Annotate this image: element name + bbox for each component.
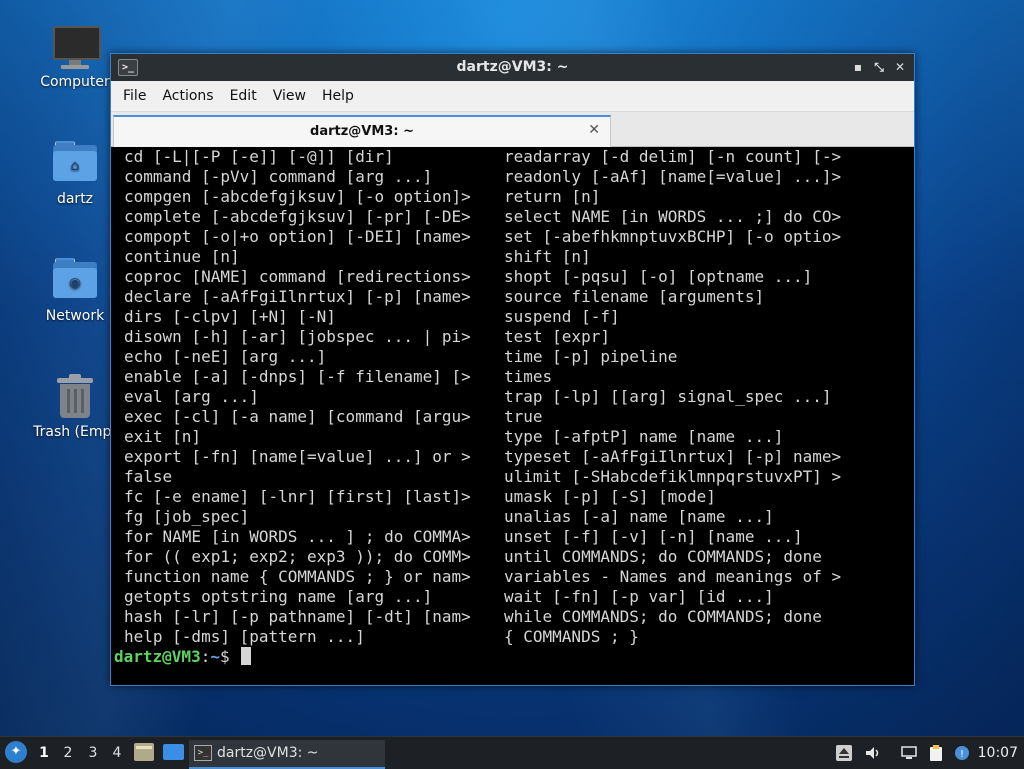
help-line: command [-pVv] command [arg ...]: [124, 167, 433, 186]
help-line: complete [-abcdefgjksuv] [-pr] [-DE>: [124, 207, 471, 226]
help-line: set [-abefhkmnptuvxBCHP] [-o optio>: [504, 227, 842, 246]
show-desktop-icon[interactable]: [163, 744, 184, 760]
help-line: fc [-e ename] [-lnr] [first] [last]>: [124, 487, 471, 506]
help-line: enable [-a] [-dnps] [-f filename] [>: [124, 367, 471, 386]
volume-icon[interactable]: [864, 744, 882, 762]
clock[interactable]: 10:07: [978, 745, 1018, 761]
tab-title: dartz@VM3: ~: [310, 124, 414, 139]
help-line: help [-dms] [pattern ...]: [124, 627, 365, 646]
terminal-output[interactable]: cd [-L|[-P [-e]] [-@]] [dir] command [-pV…: [111, 147, 914, 685]
help-line: compopt [-o|+o option] [-DEI] [name>: [124, 227, 471, 246]
help-line: suspend [-f]: [504, 307, 620, 326]
help-line: function name { COMMANDS ; } or nam>: [124, 567, 471, 586]
close-button[interactable]: ✕: [891, 58, 909, 76]
prompt-user-host: dartz@VM3: [114, 647, 201, 666]
help-line: shift [n]: [504, 247, 591, 266]
help-list-left: cd [-L|[-P [-e]] [-@]] [dir] command [-pV…: [124, 147, 494, 647]
workspace-3[interactable]: 3: [86, 745, 100, 761]
workspace-1[interactable]: 1: [30, 736, 58, 768]
terminal-cursor: [241, 647, 252, 665]
help-line: while COMMANDS; do COMMANDS; done: [504, 607, 822, 626]
help-line: ulimit [-SHabcdefiklmnpqrstuvxPT] >: [504, 467, 842, 486]
help-line: for (( exp1; exp2; exp3 )); do COMM>: [124, 547, 471, 566]
network-icon[interactable]: [900, 744, 918, 762]
maximize-button[interactable]: ⤡: [870, 58, 888, 76]
help-line: exec [-cl] [-a name] [command [argu>: [124, 407, 471, 426]
help-line: true: [504, 407, 543, 426]
help-line: eval [arg ...]: [124, 387, 259, 406]
help-line: umask [-p] [-S] [mode]: [504, 487, 716, 506]
help-line: continue [n]: [124, 247, 240, 266]
minimize-button[interactable]: ▪: [849, 58, 867, 76]
taskbar-task-terminal[interactable]: >_ dartz@VM3: ~: [189, 740, 385, 769]
help-line: return [n]: [504, 187, 601, 206]
help-line: declare [-aAfFgiIlnrtux] [-p] [name>: [124, 287, 471, 306]
menu-edit[interactable]: Edit: [222, 88, 265, 104]
network-folder-icon: ◉: [51, 256, 99, 304]
help-line: unset [-f] [-v] [-n] [name ...]: [504, 527, 803, 546]
help-line: times: [504, 367, 553, 386]
help-line: source filename [arguments]: [504, 287, 765, 306]
help-line: getopts optstring name [arg ...]: [124, 587, 433, 606]
help-line: { COMMANDS ; }: [504, 627, 639, 646]
help-line: for NAME [in WORDS ... ] ; do COMMA>: [124, 527, 471, 546]
help-line: trap [-lp] [[arg] signal_spec ...]: [504, 387, 832, 406]
shell-prompt: dartz@VM3:~$: [114, 647, 252, 667]
help-line: compgen [-abcdefgjksuv] [-o option]>: [124, 187, 471, 206]
help-line: export [-fn] [name[=value] ...] or >: [124, 447, 471, 466]
menu-view[interactable]: View: [265, 88, 314, 104]
eject-icon[interactable]: [835, 744, 853, 762]
computer-icon: [51, 22, 101, 70]
help-line: fg [job_spec]: [124, 507, 250, 526]
start-menu-icon[interactable]: ✦: [5, 741, 27, 763]
help-line: typeset [-aAfFgiIlnrtux] [-p] name>: [504, 447, 842, 466]
help-line: readonly [-aAf] [name[=value] ...]>: [504, 167, 842, 186]
menu-bar: File Actions Edit View Help: [111, 81, 914, 112]
help-line: disown [-h] [-ar] [jobspec ... | pi>: [124, 327, 471, 346]
help-line: echo [-neE] [arg ...]: [124, 347, 327, 366]
workspace-2[interactable]: 2: [61, 745, 75, 761]
tab-terminal[interactable]: dartz@VM3: ~ ✕: [113, 115, 611, 147]
tab-close-icon[interactable]: ✕: [588, 122, 600, 138]
help-line: cd [-L|[-P [-e]] [-@]] [dir]: [124, 147, 394, 166]
home-folder-icon: ⌂: [51, 139, 99, 187]
trash-icon: [51, 372, 99, 420]
prompt-symbol: $: [219, 647, 240, 666]
help-line: shopt [-pqsu] [-o] [optname ...]: [504, 267, 813, 286]
help-line: coproc [NAME] command [redirections>: [124, 267, 471, 286]
help-line: false: [124, 467, 173, 486]
help-line: until COMMANDS; do COMMANDS; done: [504, 547, 822, 566]
help-line: test [expr]: [504, 327, 610, 346]
update-notifier-icon[interactable]: !: [953, 744, 971, 762]
terminal-window: >_ dartz@VM3: ~ ▪ ⤡ ✕ File Actions Edit …: [110, 53, 915, 686]
taskbar: ✦ 1 2 3 4 >_ dartz@VM3: ~ ! 10:07: [0, 736, 1024, 769]
help-line: unalias [-a] name [name ...]: [504, 507, 774, 526]
menu-file[interactable]: File: [115, 88, 154, 104]
terminal-icon: >_: [194, 745, 212, 761]
menu-actions[interactable]: Actions: [154, 88, 221, 104]
prompt-separator: :: [200, 647, 211, 666]
menu-help[interactable]: Help: [314, 88, 362, 104]
prompt-path: ~: [210, 647, 220, 666]
window-title: dartz@VM3: ~: [456, 59, 569, 75]
help-line: wait [-fn] [-p var] [id ...]: [504, 587, 774, 606]
help-line: readarray [-d delim] [-n count] [->: [504, 147, 842, 166]
help-line: exit [n]: [124, 427, 202, 446]
tab-bar: dartz@VM3: ~ ✕: [111, 112, 914, 147]
help-line: hash [-lr] [-p pathname] [-dt] [nam>: [124, 607, 471, 626]
help-line: type [-afptP] name [name ...]: [504, 427, 784, 446]
window-titlebar[interactable]: >_ dartz@VM3: ~ ▪ ⤡ ✕: [111, 54, 914, 81]
file-manager-icon[interactable]: [134, 743, 154, 761]
workspace-4[interactable]: 4: [110, 745, 124, 761]
task-label: dartz@VM3: ~: [217, 745, 319, 761]
svg-text:!: !: [960, 749, 964, 760]
help-line: select NAME [in WORDS ... ;] do CO>: [504, 207, 842, 226]
help-line: time [-p] pipeline: [504, 347, 678, 366]
clipboard-icon[interactable]: [927, 744, 945, 762]
help-line: variables - Names and meanings of >: [504, 567, 842, 586]
help-list-right: readarray [-d delim] [-n count] [-> reado…: [504, 147, 906, 647]
help-line: dirs [-clpv] [+N] [-N]: [124, 307, 336, 326]
